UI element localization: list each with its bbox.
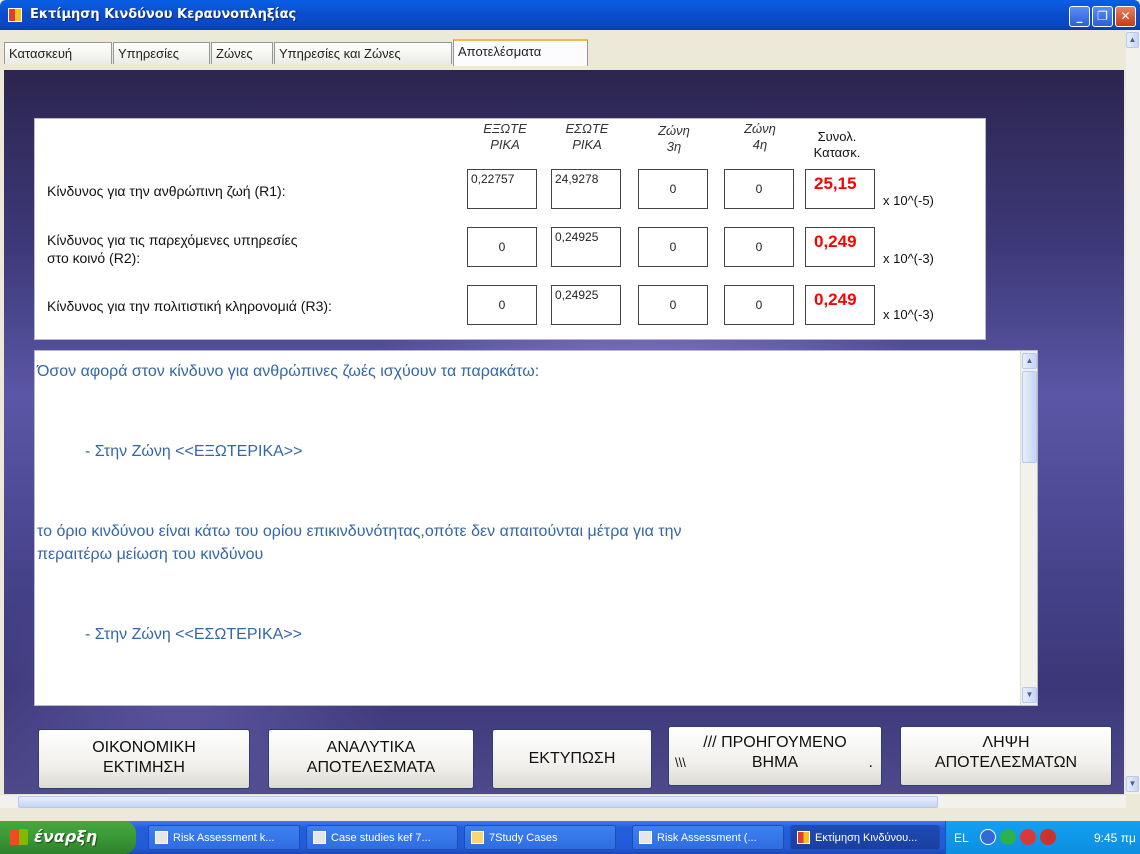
scroll-thumb[interactable]: [1022, 371, 1037, 463]
window-horizontal-scrollbar[interactable]: [0, 794, 1126, 808]
r3-zone4-field[interactable]: 0: [724, 285, 794, 325]
col-header-zone-3: Ζώνη 3η: [658, 123, 690, 154]
app-window-icon: [639, 831, 652, 844]
start-button[interactable]: έναρξη: [0, 821, 136, 854]
taskbar-item[interactable]: Case studies kef 7...: [306, 825, 458, 850]
scroll-up-icon[interactable]: ▲: [1022, 353, 1037, 369]
antivirus-icon[interactable]: [1040, 829, 1056, 845]
r3-zone3-field[interactable]: 0: [638, 285, 708, 325]
print-button[interactable]: ΕΚΤΥΠΩΣΗ: [492, 729, 652, 789]
word-doc-icon: [313, 831, 326, 844]
r1-unit: x 10^(-5): [883, 193, 934, 208]
folder-icon: [471, 831, 484, 844]
row-label-r3: Κίνδυνος για την πολιτιστική κληρονομιά …: [47, 298, 332, 314]
system-tray: EL 9:45 πμ: [945, 821, 1140, 854]
app-icon: [8, 8, 22, 22]
maximize-button[interactable]: ❐: [1092, 6, 1113, 27]
col-header-zone-4: Ζώνη 4η: [744, 121, 776, 152]
download-results-button[interactable]: ΛΗΨΗ ΑΠΟΤΕΛΕΣΜΑΤΩΝ: [900, 726, 1112, 786]
r2-external-field[interactable]: 0: [467, 227, 537, 267]
r2-total-field[interactable]: 0,249: [805, 227, 875, 267]
report-line: Όσον αφορά στον κίνδυνο για ανθρώπινες ζ…: [37, 363, 540, 380]
row-label-r1: Κίνδυνος για την ανθρώπινη ζωή (R1):: [47, 183, 286, 199]
tab-construction[interactable]: Κατασκευή: [4, 42, 112, 64]
r1-zone4-field[interactable]: 0: [724, 169, 794, 209]
report-textarea[interactable]: Όσον αφορά στον κίνδυνο για ανθρώπινες ζ…: [34, 350, 1038, 706]
tab-results[interactable]: Αποτελέσματα: [453, 39, 588, 66]
taskbar-item[interactable]: 7Study Cases: [464, 825, 616, 850]
tab-strip: Κατασκευή Υπηρεσίες Ζώνες Υπηρεσίες και …: [0, 30, 1126, 72]
taskbar-item-active[interactable]: Εκτίμηση Κινδύνου...: [790, 825, 940, 850]
taskbar-item[interactable]: Risk Assessment (...: [632, 825, 784, 850]
tab-zones[interactable]: Ζώνες: [211, 42, 273, 64]
horizontal-scroll-thumb[interactable]: [18, 796, 938, 808]
col-header-external: ΕΞΩΤΕ ΡΙΚΑ: [483, 121, 527, 152]
security-icon[interactable]: [1020, 829, 1036, 845]
report-line: το όριο κινδύνου είναι κάτω του ορίου επ…: [37, 523, 682, 540]
r1-total-field[interactable]: 25,15: [805, 169, 875, 209]
r3-total-field[interactable]: 0,249: [805, 285, 875, 325]
economic-estimate-button[interactable]: ΟΙΚΟΝΟΜΙΚΗ ΕΚΤΙΜΗΣΗ: [38, 729, 250, 789]
report-line: περαιτέρω μείωση του κινδύνου: [37, 546, 264, 563]
r1-zone3-field[interactable]: 0: [638, 169, 708, 209]
window-scroll-down-icon[interactable]: ▼: [1126, 776, 1139, 792]
network-icon[interactable]: [1000, 829, 1016, 845]
title-bar[interactable]: Εκτίμηση Κινδύνου Κεραυνοπληξίας _ ❐ ✕: [0, 0, 1140, 30]
r2-zone4-field[interactable]: 0: [724, 227, 794, 267]
r2-unit: x 10^(-3): [883, 251, 934, 266]
analytic-results-button[interactable]: ΑΝΑΛΥΤΙΚΑ ΑΠΟΤΕΛΕΣΜΑΤΑ: [268, 729, 474, 789]
tray-expand-icon[interactable]: [980, 829, 996, 845]
r1-internal-field[interactable]: 24,9278: [551, 169, 621, 209]
r1-external-field[interactable]: 0,22757: [467, 169, 537, 209]
col-header-internal: ΕΣΩΤΕ ΡΙΚΑ: [565, 121, 609, 152]
taskbar-item[interactable]: Risk Assessment k...: [148, 825, 300, 850]
window-scroll-up-icon[interactable]: ▲: [1126, 32, 1139, 48]
r3-internal-field[interactable]: 0,24925: [551, 285, 621, 325]
results-panel: ΕΞΩΤΕ ΡΙΚΑ ΕΣΩΤΕ ΡΙΚΑ Ζώνη 3η Ζώνη 4η Συνολ.…: [4, 70, 1124, 795]
report-scrollbar[interactable]: ▲ ▼: [1020, 351, 1037, 705]
r2-zone3-field[interactable]: 0: [638, 227, 708, 267]
tab-services[interactable]: Υπηρεσίες: [113, 42, 210, 64]
r3-unit: x 10^(-3): [883, 307, 934, 322]
windows-logo-icon: [10, 829, 28, 845]
col-header-total: Συνολ. Κατασκ.: [813, 129, 861, 160]
taskbar: έναρξη Risk Assessment k... Case studies…: [0, 821, 1140, 854]
close-button[interactable]: ✕: [1115, 6, 1136, 27]
language-indicator[interactable]: EL: [954, 831, 969, 845]
app-icon: [797, 831, 810, 844]
clock: 9:45 πμ: [1094, 831, 1136, 845]
minimize-button[interactable]: _: [1069, 6, 1090, 27]
report-line: - Στην Ζώνη <<ΕΞΩΤΕΡΙΚΑ>>: [85, 443, 303, 460]
window-title: Εκτίμηση Κινδύνου Κεραυνοπληξίας: [30, 7, 297, 22]
r3-external-field[interactable]: 0: [467, 285, 537, 325]
scroll-down-icon[interactable]: ▼: [1022, 687, 1037, 703]
r2-internal-field[interactable]: 0,24925: [551, 227, 621, 267]
window-vertical-scrollbar[interactable]: ▲ ▼: [1126, 30, 1140, 794]
tab-services-and-zones[interactable]: Υπηρεσίες και Ζώνες: [274, 42, 452, 64]
risk-results-table: ΕΞΩΤΕ ΡΙΚΑ ΕΣΩΤΕ ΡΙΚΑ Ζώνη 3η Ζώνη 4η Συνολ.…: [34, 118, 986, 340]
report-line: - Στην Ζώνη <<ΕΣΩΤΕΡΙΚΑ>>: [85, 626, 302, 643]
previous-step-button[interactable]: /// ΠΡΟΗΓΟΥΜΕΝΟ \\\ ΒΗΜΑ .: [668, 726, 882, 786]
word-doc-icon: [155, 831, 168, 844]
row-label-r2: Κίνδυνος για τις παρεχόμενες υπηρεσίες στ…: [47, 232, 298, 266]
